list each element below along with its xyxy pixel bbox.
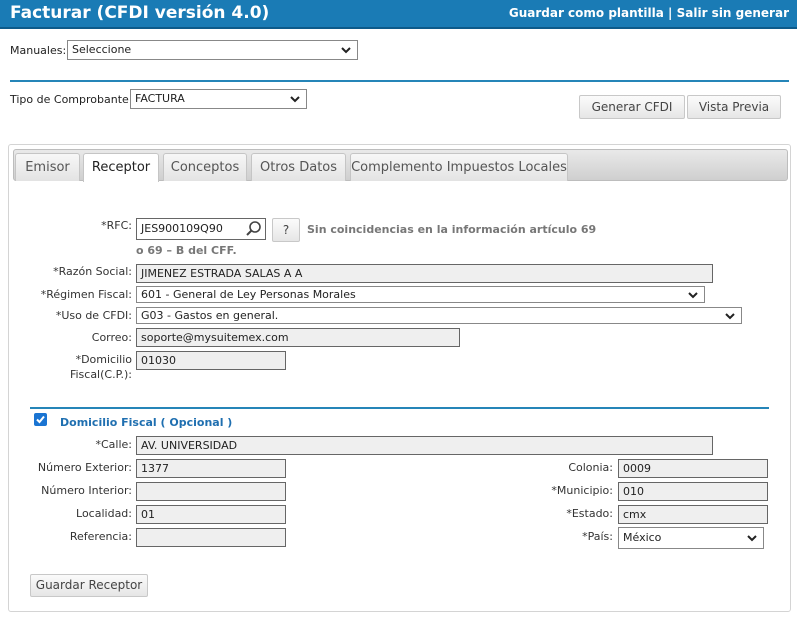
- pais-value: México: [623, 531, 662, 544]
- chevron-down-icon: [688, 292, 698, 299]
- calle-input[interactable]: AV. UNIVERSIDAD: [136, 436, 713, 455]
- uso-cfdi-select[interactable]: G03 - Gastos en general.: [136, 307, 742, 324]
- uso-cfdi-label: *Uso de CFDI:: [55, 309, 132, 322]
- rfc-note-line-2: o 69 – B del CFF.: [136, 244, 237, 257]
- manuales-value: Seleccione: [72, 43, 132, 56]
- page-title: Facturar (CFDI versión 4.0): [10, 3, 270, 23]
- localidad-input[interactable]: 01: [136, 505, 286, 524]
- save-receptor-button[interactable]: Guardar Receptor: [30, 574, 148, 597]
- tab-emisor[interactable]: Emisor: [15, 153, 80, 181]
- tipo-label: Tipo de Comprobante:: [10, 93, 133, 106]
- correo-input[interactable]: soporte@mysuitemex.com: [136, 328, 460, 347]
- estado-input[interactable]: cmx: [618, 505, 768, 524]
- tab-receptor[interactable]: Receptor: [83, 153, 159, 182]
- chevron-down-icon: [725, 313, 735, 320]
- tipo-select[interactable]: FACTURA: [130, 89, 307, 109]
- app-header: Facturar (CFDI versión 4.0) Guardar como…: [0, 0, 797, 29]
- referencia-label: Referencia:: [69, 530, 132, 543]
- regimen-fiscal-label: *Régimen Fiscal:: [40, 288, 132, 301]
- rfc-note-line-1: Sin coincidencias en la información artí…: [307, 223, 597, 236]
- rfc-value: JES900109Q90: [141, 222, 223, 235]
- municipio-label: *Municipio:: [551, 484, 613, 497]
- localidad-label: Localidad:: [76, 507, 132, 520]
- razon-social-label: *Razón Social:: [53, 265, 132, 278]
- save-template-link[interactable]: Guardar como plantilla: [509, 6, 664, 20]
- regimen-fiscal-value: 601 - General de Ley Personas Morales: [141, 288, 356, 301]
- domicilio-cp-label-1: *Domicilio: [75, 353, 132, 366]
- manuales-select[interactable]: Seleccione: [67, 40, 358, 60]
- municipio-input[interactable]: 010: [618, 482, 768, 501]
- chevron-down-icon: [341, 47, 351, 54]
- tab-otros-datos[interactable]: Otros Datos: [251, 153, 346, 181]
- calle-label: *Calle:: [95, 438, 132, 451]
- colonia-input[interactable]: 0009: [618, 459, 768, 478]
- chevron-down-icon: [747, 535, 757, 542]
- search-icon[interactable]: [245, 220, 263, 238]
- chevron-down-icon: [290, 96, 300, 103]
- preview-button[interactable]: Vista Previa: [687, 95, 781, 119]
- rfc-help-button[interactable]: ?: [272, 218, 300, 242]
- tab-complemento[interactable]: Complemento Impuestos Locales: [350, 153, 568, 181]
- tipo-value: FACTURA: [135, 92, 185, 105]
- razon-social-input[interactable]: JIMENEZ ESTRADA SALAS A A: [136, 264, 713, 283]
- numero-interior-input[interactable]: [136, 482, 286, 501]
- generate-cfdi-button[interactable]: Generar CFDI: [579, 95, 685, 119]
- regimen-fiscal-select[interactable]: 601 - General de Ley Personas Morales: [136, 286, 705, 303]
- header-separator: |: [668, 6, 673, 20]
- domicilio-section-title: Domicilio Fiscal ( Opcional ): [60, 416, 233, 429]
- numero-exterior-label: Número Exterior:: [37, 461, 132, 474]
- colonia-label: Colonia:: [568, 461, 613, 474]
- numero-interior-label: Número Interior:: [41, 484, 132, 497]
- divider: [10, 80, 789, 82]
- estado-label: *Estado:: [566, 507, 613, 520]
- manuales-label: Manuales:: [10, 44, 67, 57]
- divider: [30, 407, 769, 409]
- pais-label: *País:: [582, 530, 613, 543]
- header-links: Guardar como plantilla | Salir sin gener…: [509, 6, 789, 20]
- rfc-label: *RFC:: [101, 219, 132, 232]
- checkbox-icon: [36, 415, 45, 424]
- domicilio-cp-input[interactable]: 01030: [136, 351, 286, 370]
- uso-cfdi-value: G03 - Gastos en general.: [141, 309, 279, 322]
- correo-label: Correo:: [91, 331, 132, 344]
- tab-conceptos[interactable]: Conceptos: [163, 153, 247, 181]
- exit-link[interactable]: Salir sin generar: [677, 6, 789, 20]
- domicilio-checkbox[interactable]: [34, 413, 47, 426]
- referencia-input[interactable]: [136, 528, 286, 547]
- domicilio-cp-label-2: Fiscal(C.P.):: [69, 368, 132, 381]
- numero-exterior-input[interactable]: 1377: [136, 459, 286, 478]
- pais-select[interactable]: México: [618, 527, 764, 549]
